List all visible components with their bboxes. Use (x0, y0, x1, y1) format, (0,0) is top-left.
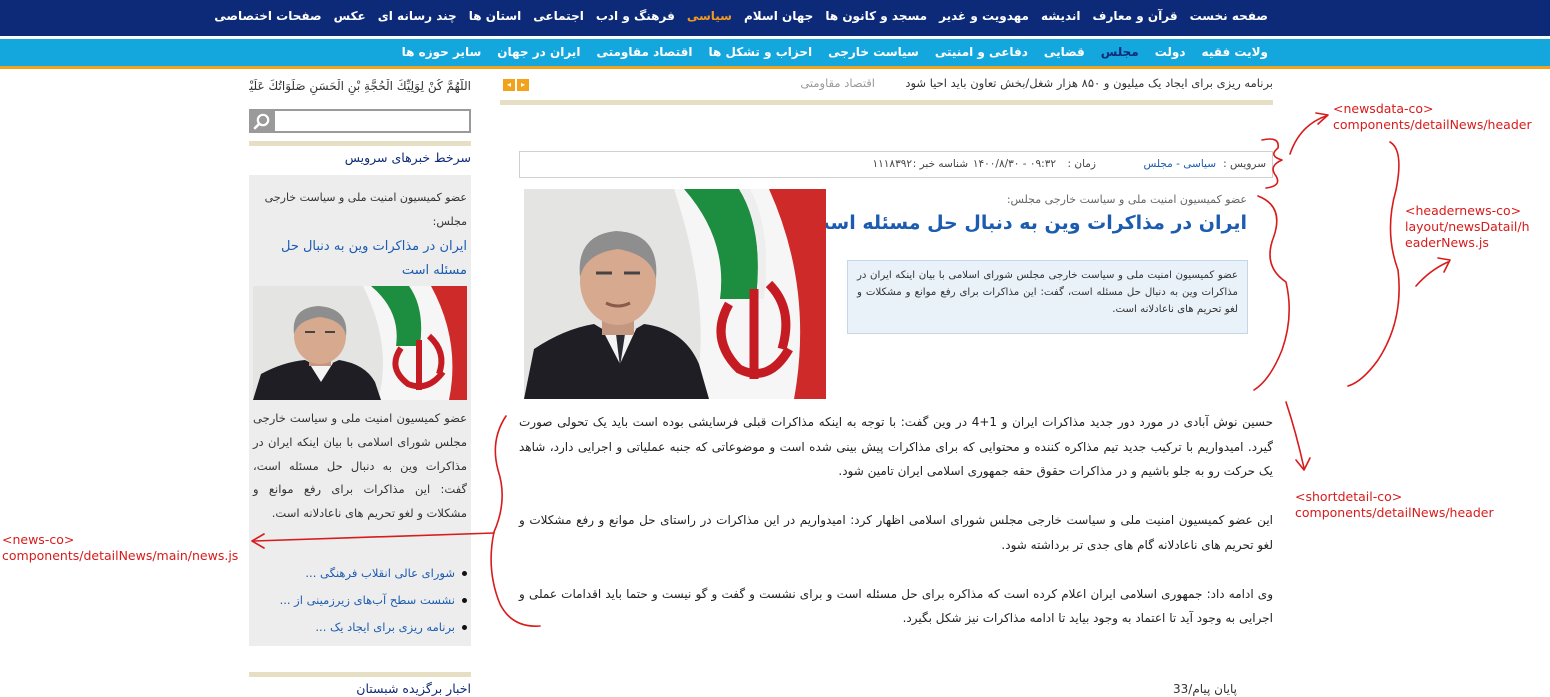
annotation-line: eaderNews.js (1405, 235, 1489, 250)
annotation-shortdetail: <shortdetail-co> components/detailNews/h… (1295, 489, 1494, 521)
annotation-line: <newsdata-co> (1333, 101, 1434, 116)
annotation-line: components/detailNews/header (1295, 505, 1494, 520)
annotation-line: components/detailNews/main/news.js (2, 548, 239, 563)
annotation-line: layout/newsDatail/h (1405, 219, 1530, 234)
annotation-line: components/detailNews/header (1333, 117, 1532, 132)
annotation-line: <headernews-co> (1405, 203, 1522, 218)
annotation-newsdata: <newsdata-co> components/detailNews/head… (1333, 101, 1532, 133)
annotation-headernews: <headernews-co> layout/newsDatail/h eade… (1405, 203, 1530, 251)
annotation-news: <news-co> components/detailNews/main/new… (2, 532, 238, 564)
annotation-line: <news-co> (2, 532, 75, 547)
annotation-overlay (251, 112, 1451, 627)
annotation-line: <shortdetail-co> (1295, 489, 1403, 504)
